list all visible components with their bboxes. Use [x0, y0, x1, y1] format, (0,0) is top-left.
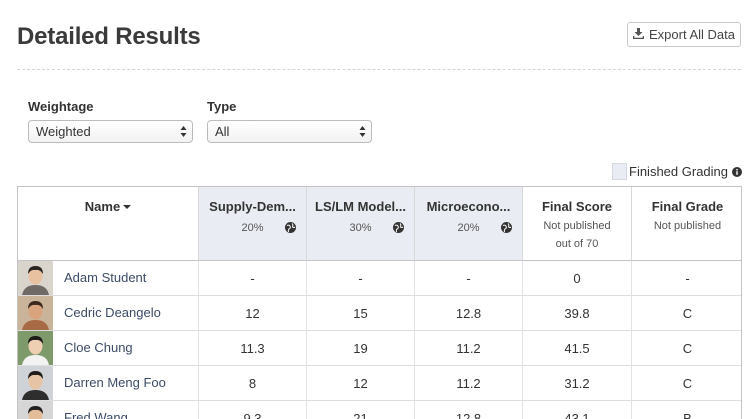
finished-grading-legend: Finished Grading	[612, 163, 742, 180]
legend-swatch	[612, 163, 627, 180]
assessment-score-cell[interactable]: 12.8	[415, 296, 523, 331]
assessment-score-cell[interactable]: -	[199, 261, 307, 296]
export-all-data-button[interactable]: Export All Data	[627, 22, 741, 47]
student-name-cell[interactable]: Cedric Deangelo	[18, 296, 199, 331]
assessment-title: Supply-Dem...	[209, 199, 296, 214]
assessment-score-cell[interactable]: -	[307, 261, 415, 296]
weightage-value: Weighted	[36, 124, 91, 139]
name-column-header[interactable]: Name	[18, 187, 199, 261]
divider	[17, 69, 741, 70]
assessment-column-header-2[interactable]: LS/LM Model... 30%	[307, 187, 415, 261]
assessment-weight: 20%	[241, 222, 264, 234]
select-arrows-icon	[359, 126, 366, 137]
assessment-score-cell[interactable]: 11.2	[415, 366, 523, 401]
final-grade-cell: C	[682, 341, 693, 356]
table-row: Adam Student - - -0-	[18, 261, 741, 296]
student-name-cell[interactable]: Fred Wang	[18, 401, 199, 419]
final-score-title: Final Score	[541, 199, 613, 214]
sort-caret-icon	[123, 204, 132, 209]
assessment-title: LS/LM Model...	[315, 199, 406, 214]
assessment-score-cell[interactable]: 12.8	[415, 401, 523, 419]
assessment-title: Microecono...	[426, 199, 511, 214]
globe-icon	[501, 222, 512, 233]
final-grade-title: Final Grade	[651, 199, 724, 214]
final-grade-status: Not published	[653, 220, 722, 232]
weightage-label: Weightage	[28, 99, 94, 114]
student-name: Adam Student	[64, 270, 147, 285]
final-score-column-header[interactable]: Final Score Not published out of 70	[523, 187, 632, 261]
student-name: Cedric Deangelo	[64, 305, 161, 320]
assessment-score-cell[interactable]: 11.3	[199, 331, 307, 366]
student-name-cell[interactable]: Cloe Chung	[18, 331, 199, 366]
legend-label: Finished Grading	[629, 164, 728, 179]
student-name: Darren Meng Foo	[64, 375, 166, 390]
final-score-status: Not published	[543, 220, 611, 232]
final-grade-column-header[interactable]: Final Grade Not published	[632, 187, 741, 261]
assessment-score-cell[interactable]: 11.2	[415, 331, 523, 366]
avatar	[18, 296, 53, 330]
assessment-score-cell[interactable]: 12	[307, 366, 415, 401]
assessment-score-cell[interactable]: 21	[307, 401, 415, 419]
assessment-score-cell[interactable]: 9.3	[199, 401, 307, 419]
assessment-weight: 30%	[349, 222, 372, 234]
final-score-out-of: out of 70	[555, 238, 599, 250]
final-grade-cell: B	[683, 411, 692, 419]
assessment-score-cell[interactable]: 8	[199, 366, 307, 401]
avatar	[18, 366, 53, 400]
globe-icon	[393, 222, 404, 233]
final-score-cell: 0	[523, 261, 632, 296]
assessment-score-cell[interactable]: -	[415, 261, 523, 296]
table-row: Fred Wang 9.3 21 12.8 43.1 B	[18, 401, 741, 419]
globe-icon	[285, 222, 296, 233]
avatar	[18, 331, 53, 365]
avatar	[18, 261, 53, 295]
results-table: Name Supply-Dem... 20% LS/LM Model... 30…	[17, 186, 742, 419]
weightage-select[interactable]: Weighted	[28, 120, 193, 143]
type-value: All	[215, 124, 230, 139]
assessment-column-header-1[interactable]: Supply-Dem... 20%	[199, 187, 307, 261]
type-select[interactable]: All	[207, 120, 372, 143]
student-name: Fred Wang	[64, 410, 128, 419]
assessment-weight: 20%	[457, 222, 480, 234]
assessment-score-cell[interactable]: 15	[307, 296, 415, 331]
page-title: Detailed Results	[17, 23, 201, 50]
export-label: Export All Data	[649, 27, 735, 42]
info-icon[interactable]	[732, 166, 742, 177]
final-grade-cell: C	[682, 376, 693, 391]
avatar	[18, 401, 53, 419]
table-row: Cedric Deangelo 12 15 12.8 39.8 C	[18, 296, 741, 331]
assessment-score-cell[interactable]: 12	[199, 296, 307, 331]
final-score-cell: 39.8	[523, 296, 632, 331]
download-icon	[633, 27, 644, 42]
final-score-cell: 41.5	[523, 331, 632, 366]
student-name-cell[interactable]: Darren Meng Foo	[18, 366, 199, 401]
final-grade-cell: -	[685, 271, 690, 286]
name-header-label: Name	[84, 199, 121, 214]
final-score-cell: 31.2	[523, 366, 632, 401]
student-name-cell[interactable]: Adam Student	[18, 261, 199, 296]
select-arrows-icon	[180, 126, 187, 137]
student-name: Cloe Chung	[64, 340, 133, 355]
final-grade-cell: C	[682, 306, 693, 321]
table-row: Cloe Chung 11.3 19 11.2 41.5 C	[18, 331, 741, 366]
assessment-column-header-3[interactable]: Microecono... 20%	[415, 187, 523, 261]
assessment-score-cell[interactable]: 19	[307, 331, 415, 366]
type-label: Type	[207, 99, 237, 114]
table-row: Darren Meng Foo 8 12 11.2 31.2 C	[18, 366, 741, 401]
final-score-cell: 43.1	[523, 401, 632, 419]
